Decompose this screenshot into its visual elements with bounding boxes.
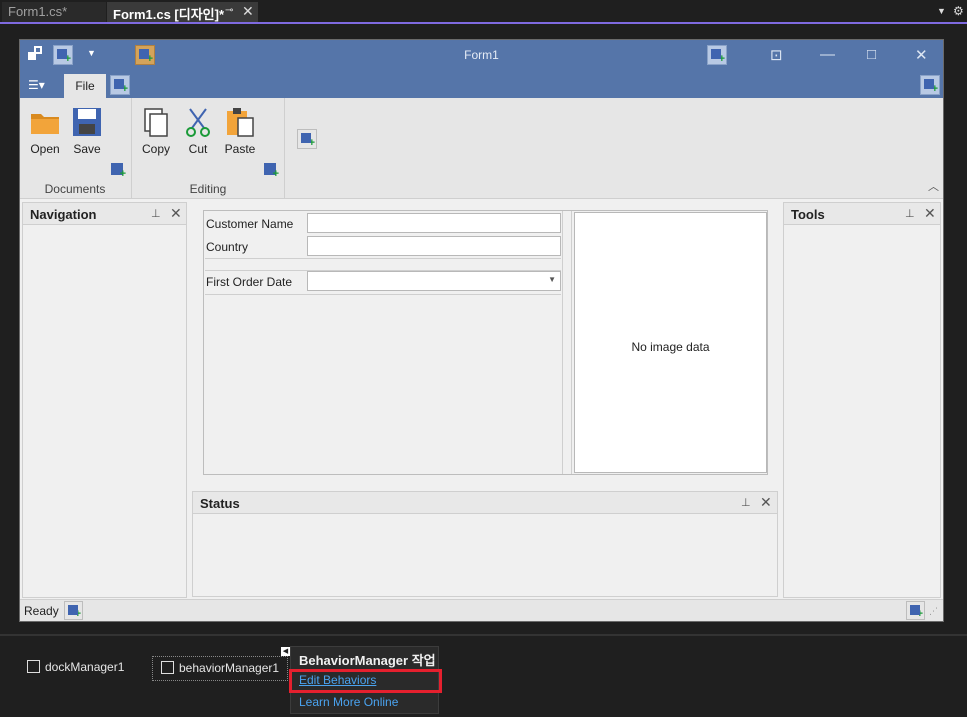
maximize-icon[interactable]: □ <box>867 46 876 63</box>
customer-name-row: Customer Name <box>205 212 561 235</box>
status-panel: Status ⊥ ✕ <box>192 491 778 597</box>
pin-icon[interactable]: ⊥ <box>741 496 751 509</box>
close-icon[interactable]: ✕ <box>760 494 772 511</box>
form-status-bar: Ready + + ⋰ <box>20 599 943 621</box>
tab-form1-code[interactable]: Form1.cs* <box>2 2 106 22</box>
picture-edit[interactable]: No image data <box>574 212 767 473</box>
copy-label: Copy <box>141 142 170 156</box>
first-order-date-input[interactable]: ▼ <box>307 271 561 291</box>
add-item-documents-icon[interactable] <box>111 163 126 180</box>
layout-separator <box>205 258 561 259</box>
paste-icon <box>224 106 256 138</box>
add-ribbon-item-icon[interactable]: + <box>920 75 940 95</box>
resize-grip-icon[interactable]: ⋰ <box>929 606 938 617</box>
tab-file[interactable]: File <box>64 74 106 98</box>
restore-icon[interactable]: ⊡ <box>770 46 783 64</box>
add-status-item-right-icon[interactable]: + <box>906 601 925 620</box>
country-row: Country <box>205 235 561 258</box>
first-order-date-label: First Order Date <box>206 275 293 289</box>
floppy-icon <box>71 106 103 138</box>
layout-control: Customer Name Country First Order Date ▼… <box>203 210 768 475</box>
tray-item-behavior-manager[interactable]: behaviorManager1 <box>152 656 289 681</box>
tray-item-label: behaviorManager1 <box>179 661 280 675</box>
close-icon[interactable]: ✕ <box>242 3 254 20</box>
app-menu-icon[interactable]: ☰▾ <box>28 78 45 92</box>
customer-name-label: Customer Name <box>206 217 294 231</box>
panel-header: Tools ⊥ ✕ <box>784 203 940 225</box>
layout-separator <box>205 294 561 295</box>
document-tab-bar: Form1.cs* Form1.cs [디자인]* ⊸ ✕ ▼ ⚙ <box>0 0 967 24</box>
no-image-text: No image data <box>631 340 710 354</box>
designer-surface: + ▼ + Form1 + ⊡ — □ ✕ ☰▾ File + + Open S… <box>0 24 967 634</box>
pin-icon[interactable]: ⊥ <box>151 207 161 220</box>
paste-label: Paste <box>224 142 256 156</box>
tray-item-dock-manager[interactable]: dockManager1 <box>27 660 124 674</box>
highlight-annotation <box>289 669 442 693</box>
scissors-icon <box>182 106 214 138</box>
save-button[interactable]: Save <box>67 106 107 156</box>
customer-name-input[interactable] <box>307 213 561 233</box>
form-title: Form1 <box>464 48 499 62</box>
chevron-down-icon[interactable]: ▼ <box>937 6 946 16</box>
open-label: Open <box>30 142 60 156</box>
add-ribbon-page-icon[interactable]: + <box>110 75 130 95</box>
cut-label: Cut <box>188 142 208 156</box>
smart-tag-glyph-icon[interactable]: ◀ <box>281 647 290 656</box>
close-icon[interactable]: ✕ <box>915 46 928 64</box>
form-window[interactable]: + ▼ + Form1 + ⊡ — □ ✕ ☰▾ File + + Open S… <box>19 39 944 622</box>
group-label-documents: Documents <box>44 182 106 196</box>
group-separator <box>284 98 285 198</box>
close-icon[interactable]: ✕ <box>170 205 182 222</box>
first-order-date-row: First Order Date ▼ <box>205 270 561 293</box>
gear-icon[interactable]: ⚙ <box>953 4 964 18</box>
navigation-panel: Navigation ⊥ ✕ <box>22 202 187 598</box>
dock-manager-icon <box>27 660 40 673</box>
folder-icon <box>29 106 61 138</box>
add-item-editing-icon[interactable] <box>264 163 279 180</box>
close-icon[interactable]: ✕ <box>924 205 936 222</box>
pin-icon[interactable]: ⊥ <box>905 207 915 220</box>
country-input[interactable] <box>307 236 561 256</box>
chevron-up-icon[interactable]: ︿ <box>928 178 939 194</box>
minimize-icon[interactable]: — <box>820 46 835 63</box>
form-title-bar: + ▼ + Form1 + ⊡ — □ ✕ <box>20 40 943 71</box>
country-label: Country <box>206 240 249 254</box>
copy-button[interactable]: Copy <box>136 106 176 156</box>
panel-title: Navigation <box>30 207 97 222</box>
layout-splitter[interactable] <box>562 211 572 474</box>
tools-panel: Tools ⊥ ✕ <box>783 202 941 598</box>
panel-header: Navigation ⊥ ✕ <box>23 203 186 225</box>
save-label: Save <box>73 142 101 156</box>
ribbon: Open Save Documents Copy <box>20 98 943 199</box>
behavior-manager-icon <box>161 661 174 674</box>
tray-item-label: dockManager1 <box>45 660 125 674</box>
tab-form1-designer[interactable]: Form1.cs [디자인]* ⊸ ✕ <box>107 2 258 22</box>
smart-tag-title: BehaviorManager 작업 <box>299 653 436 668</box>
copy-icon <box>140 106 172 138</box>
pin-icon[interactable]: ⊸ <box>225 5 233 16</box>
tab-label: Form1.cs [디자인]* <box>113 7 225 22</box>
title-add-item-icon[interactable]: + <box>707 45 727 65</box>
open-button[interactable]: Open <box>25 106 65 156</box>
panel-title: Status <box>200 496 240 511</box>
panel-header: Status ⊥ ✕ <box>193 492 777 514</box>
component-tray: dockManager1 behaviorManager1 <box>0 634 967 717</box>
ribbon-tab-row: ☰▾ File + + <box>20 71 943 98</box>
group-label-editing: Editing <box>189 182 227 196</box>
panel-title: Tools <box>791 207 825 222</box>
status-text: Ready <box>24 604 59 618</box>
learn-more-online-link[interactable]: Learn More Online <box>299 695 398 709</box>
paste-button[interactable]: Paste <box>220 106 260 156</box>
add-status-item-icon[interactable]: + <box>64 601 83 620</box>
cut-button[interactable]: Cut <box>178 106 218 156</box>
add-group-icon[interactable]: + <box>297 129 317 149</box>
chevron-down-icon[interactable]: ▼ <box>548 275 556 284</box>
